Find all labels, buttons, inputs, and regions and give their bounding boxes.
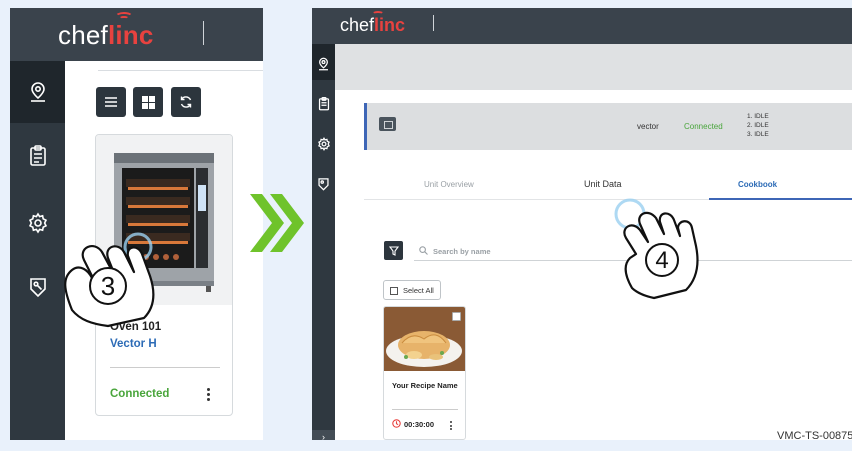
cheflinc-logo: cheflinc <box>58 20 154 50</box>
tag-icon[interactable] <box>315 175 332 192</box>
refresh-button[interactable] <box>171 87 201 117</box>
device-model[interactable]: Vector H <box>110 338 157 350</box>
cheflinc-logo: cheflinc <box>340 15 406 35</box>
device-status: Connected <box>110 388 170 400</box>
step-4-number: 4 <box>655 247 668 274</box>
side-nav <box>10 61 65 440</box>
clock-icon <box>392 419 401 428</box>
active-tab-indicator <box>709 198 852 200</box>
gear-icon[interactable] <box>315 135 332 152</box>
clipboard-icon[interactable] <box>315 95 332 112</box>
map-pin-icon[interactable] <box>315 55 332 72</box>
app-header: cheflinc <box>312 8 852 44</box>
tab-cookbook[interactable]: Cookbook <box>738 180 777 189</box>
recipe-card[interactable]: Your Recipe Name 00:30:00 <box>383 306 466 440</box>
recipe-select-checkbox[interactable] <box>452 312 461 321</box>
step-3-number: 3 <box>101 271 115 301</box>
unit-status: Connected <box>684 122 723 131</box>
tab-unit-overview[interactable]: Unit Overview <box>424 180 474 189</box>
grid-view-button[interactable] <box>133 87 163 117</box>
app-header: cheflinc <box>10 8 263 61</box>
recipe-time: 00:30:00 <box>404 420 435 429</box>
side-nav: › <box>312 44 335 440</box>
clipboard-icon[interactable] <box>22 140 54 172</box>
unit-name: vector <box>637 122 659 131</box>
unit-row[interactable]: vector Connected 1. IDLE 2. IDLE 3. IDLE <box>364 103 852 150</box>
double-chevron-right-icon <box>250 194 304 252</box>
more-options-icon[interactable] <box>207 388 210 401</box>
cavity-status-list: 1. IDLE 2. IDLE 3. IDLE <box>747 113 769 138</box>
select-all-checkbox[interactable] <box>390 287 398 295</box>
filter-button[interactable] <box>384 241 403 260</box>
gear-icon[interactable] <box>22 207 54 239</box>
list-view-button[interactable] <box>96 87 126 117</box>
unit-icon <box>379 117 396 131</box>
search-placeholder: Search by name <box>433 247 491 256</box>
map-pin-icon[interactable] <box>22 76 54 108</box>
recipe-name: Your Recipe Name <box>392 381 458 390</box>
right-screen: cheflinc › vector Connected 1. IDLE 2. I… <box>312 8 852 440</box>
select-all-label: Select All <box>403 286 434 295</box>
more-options-icon[interactable] <box>450 421 452 430</box>
tap-gesture-step-4: 4 <box>614 198 699 300</box>
tag-icon[interactable] <box>22 271 54 303</box>
document-code: VMC-TS-008753 <box>777 430 852 442</box>
toolbar-area <box>335 44 852 90</box>
tap-gesture-step-3: 3 <box>64 245 155 328</box>
search-icon <box>419 246 428 255</box>
select-all-button[interactable]: Select All <box>383 280 441 300</box>
expand-nav-button[interactable]: › <box>312 430 335 440</box>
